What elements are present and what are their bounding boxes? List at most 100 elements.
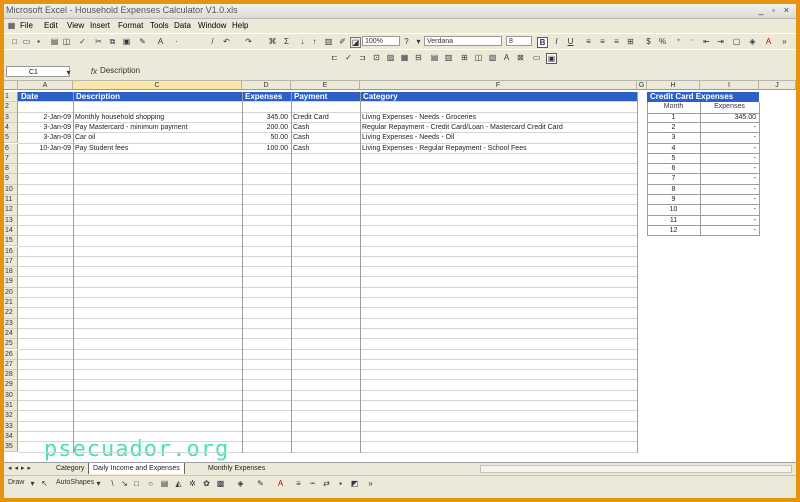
new-icon[interactable]: □ [10, 37, 19, 46]
autoshapes-dropdown-icon[interactable]: ▾ [94, 479, 103, 488]
paste-icon[interactable]: ▣ [122, 37, 131, 46]
sort-ascending-icon[interactable]: ↓ [298, 37, 307, 46]
select-objects-icon[interactable]: ↖ [40, 479, 49, 488]
cell-category[interactable]: Living Expenses - Needs - Oil [362, 133, 635, 143]
tab-monthly-expenses[interactable]: Monthly Expenses [204, 463, 269, 474]
cell-description[interactable]: Pay Student fees [75, 144, 240, 154]
control-8-icon[interactable]: ▤ [430, 53, 439, 62]
tab-category[interactable]: Category [52, 463, 88, 474]
oval-icon[interactable]: ○ [146, 479, 155, 488]
menu-insert[interactable]: Insert [90, 21, 110, 30]
autoshapes-menu[interactable]: AutoShapes [56, 479, 94, 486]
row-header[interactable]: 19 [4, 277, 18, 288]
row-header[interactable]: 11 [4, 195, 18, 206]
row-header[interactable]: 16 [4, 246, 18, 257]
bold-button[interactable]: B [537, 37, 548, 48]
chart-wizard-icon[interactable]: ▥ [324, 37, 333, 46]
row-header[interactable]: 1 [4, 92, 18, 103]
rectangle-icon[interactable]: □ [132, 479, 141, 488]
cut-icon[interactable]: ✂ [94, 37, 103, 46]
font-a-icon[interactable]: A [156, 37, 165, 46]
fill-bucket-icon[interactable]: ◈ [236, 479, 245, 488]
increase-decimal-icon[interactable]: ⁺ [674, 37, 683, 46]
shadow-icon[interactable]: ▪ [336, 479, 345, 488]
cell-category[interactable]: Living Expenses - Regular Repayment - Sc… [362, 144, 635, 154]
control-2-icon[interactable]: ✓ [344, 53, 353, 62]
cell-category[interactable]: Regular Repayment - Credit Card/Loan - M… [362, 123, 635, 133]
row-header[interactable]: 31 [4, 401, 18, 412]
print-icon[interactable]: ▤ [50, 37, 59, 46]
menu-format[interactable]: Format [118, 21, 143, 30]
row-header[interactable]: 18 [4, 267, 18, 278]
control-11-icon[interactable]: ◫ [474, 53, 483, 62]
control-12-icon[interactable]: ▧ [488, 53, 497, 62]
control-15-icon[interactable]: ▣ [546, 53, 557, 64]
fill-color-icon[interactable]: ◈ [748, 37, 757, 46]
font-select[interactable]: Verdana [424, 36, 502, 46]
cell-date[interactable]: 3-Jan-09 [18, 123, 71, 133]
underline-button[interactable]: U [566, 37, 575, 46]
borders-icon[interactable]: ▢ [732, 37, 741, 46]
row-header[interactable]: 17 [4, 256, 18, 268]
print-preview-icon[interactable]: ◫ [62, 37, 71, 46]
control-5-icon[interactable]: ▨ [386, 53, 395, 62]
brush-icon[interactable]: / [208, 37, 217, 46]
menu-data[interactable]: Data [174, 21, 191, 30]
row-header[interactable]: 22 [4, 308, 18, 319]
drawing-toggle-icon[interactable]: ✐ [338, 37, 347, 46]
row-header[interactable]: 30 [4, 390, 18, 401]
redo-icon[interactable]: ↷ [244, 37, 253, 46]
row-header[interactable]: 21 [4, 298, 18, 309]
col-header-j[interactable]: J [759, 81, 796, 90]
menu-tools[interactable]: Tools [150, 21, 169, 30]
autosum-icon[interactable]: Σ [282, 37, 291, 46]
textbox-icon[interactable]: ▤ [160, 479, 169, 488]
format-painter-icon[interactable]: ✎ [138, 37, 147, 46]
draw-menu[interactable]: Draw [8, 479, 24, 486]
worksheet-grid[interactable]: A C D E F G H I J Date Description Expen… [4, 81, 796, 462]
sort-descending-icon[interactable]: ↑ [310, 37, 319, 46]
diagram-icon[interactable]: ✲ [188, 479, 197, 488]
col-header-d[interactable]: D [242, 81, 291, 90]
name-box-dropdown-icon[interactable]: ▾ [64, 68, 73, 77]
fx-icon[interactable]: fx [88, 67, 100, 76]
font-color-icon[interactable]: A [764, 37, 773, 46]
row-header[interactable]: 29 [4, 380, 18, 391]
line-style-icon[interactable]: ≡ [294, 479, 303, 488]
col-header-h[interactable]: H [647, 81, 700, 90]
cell-payment[interactable]: Cash [293, 123, 358, 133]
line-color-icon[interactable]: ✎ [256, 479, 265, 488]
row-header[interactable]: 32 [4, 411, 18, 422]
row-header[interactable]: 13 [4, 215, 18, 226]
control-6-icon[interactable]: ▦ [400, 53, 409, 62]
cell-description[interactable]: Pay Mastercard - minimum payment [75, 123, 240, 133]
row-header[interactable]: 12 [4, 205, 18, 216]
row-header[interactable]: 23 [4, 318, 18, 329]
font-size-select[interactable]: 8 [506, 36, 532, 46]
row-header[interactable]: 7 [4, 153, 18, 165]
menu-view[interactable]: View [67, 21, 84, 30]
align-left-icon[interactable]: ≡ [584, 37, 593, 46]
cell-date[interactable]: 2-Jan-09 [18, 113, 71, 123]
cell-date[interactable]: 10-Jan-09 [18, 144, 71, 154]
control-3-icon[interactable]: ⊐ [358, 53, 367, 62]
row-header[interactable]: 6 [4, 143, 18, 154]
align-right-icon[interactable]: ≡ [612, 37, 621, 46]
drawing-options-icon[interactable]: » [366, 479, 375, 488]
select-all-corner[interactable] [4, 81, 18, 90]
control-9-icon[interactable]: ▥ [444, 53, 453, 62]
row-header[interactable]: 14 [4, 225, 18, 237]
cell-payment[interactable]: Cash [293, 144, 358, 154]
row-header[interactable]: 25 [4, 339, 18, 350]
undo-icon[interactable]: ↶ [222, 37, 231, 46]
control-10-icon[interactable]: ⊞ [460, 53, 469, 62]
col-header-c[interactable]: C [73, 81, 242, 90]
menu-file[interactable]: File [20, 21, 33, 30]
dash-style-icon[interactable]: ┅ [308, 479, 317, 488]
show-drawing-icon[interactable]: ◪ [350, 37, 361, 48]
menu-help[interactable]: Help [232, 21, 248, 30]
open-icon[interactable]: ▭ [22, 37, 31, 46]
control-1-icon[interactable]: ⊏ [330, 53, 339, 62]
cell-expenses[interactable]: 100.00 [242, 144, 288, 154]
dropdown-icon[interactable]: ▾ [414, 37, 423, 46]
